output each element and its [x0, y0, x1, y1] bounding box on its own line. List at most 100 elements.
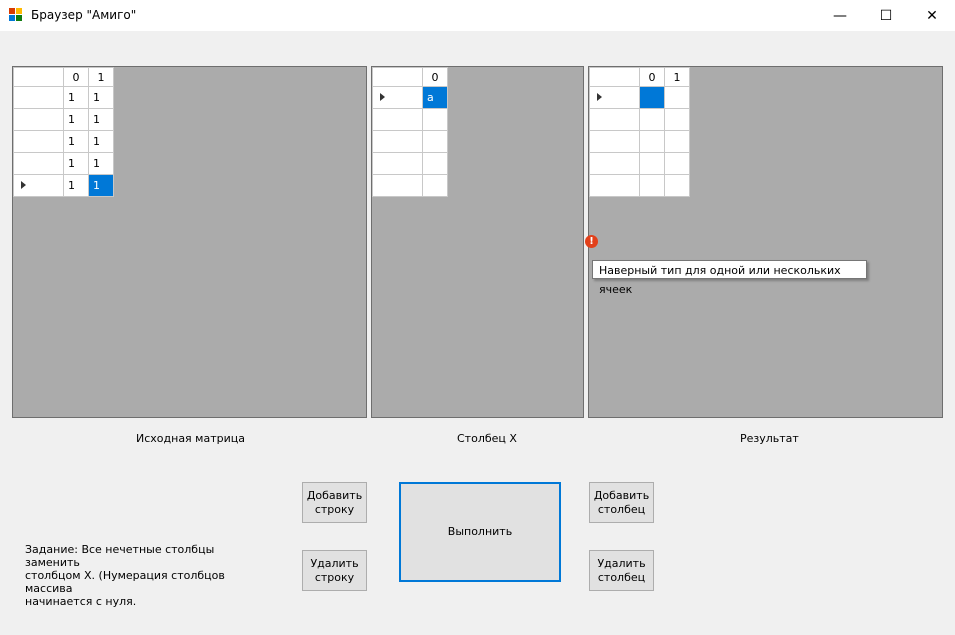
execute-label: Выполнить	[447, 525, 513, 538]
task-line: начинается с нуля.	[25, 595, 137, 608]
task-description: Задание: Все нечетные столбцы заменить с…	[25, 543, 255, 608]
delete-row-button[interactable]: Удалить строку	[302, 550, 367, 591]
source-matrix-label: Исходная матрица	[136, 432, 245, 445]
grid-cell[interactable]: 1	[63, 152, 89, 175]
current-row-arrow-icon	[21, 181, 26, 189]
result-table[interactable]: 01	[589, 67, 690, 197]
app-icon	[9, 8, 23, 22]
table-row[interactable]	[589, 174, 690, 197]
grid-cell[interactable]	[639, 108, 665, 131]
execute-button[interactable]: Выполнить	[399, 482, 561, 582]
minimize-icon: —	[833, 7, 847, 24]
row-header[interactable]	[589, 174, 640, 197]
delete-column-label-line2: столбец	[597, 570, 646, 584]
window-title: Браузер "Амиго"	[31, 8, 137, 22]
grid-cell[interactable]	[422, 130, 448, 153]
table-row[interactable]	[372, 108, 448, 131]
header-row: 0	[372, 67, 448, 87]
grid-cell[interactable]	[422, 108, 448, 131]
column-header[interactable]: 0	[639, 67, 665, 87]
grid-cell[interactable]: 1	[88, 108, 114, 131]
row-header[interactable]	[372, 174, 423, 197]
maximize-button[interactable]: ☐	[863, 0, 909, 31]
add-column-button[interactable]: Добавить столбец	[589, 482, 654, 523]
row-header[interactable]	[13, 86, 64, 109]
grid-cell[interactable]: 1	[88, 152, 114, 175]
grid-cell[interactable]: 1	[63, 174, 89, 197]
grid-cell[interactable]: 1	[63, 86, 89, 109]
grid-cell[interactable]	[664, 108, 690, 131]
table-row[interactable]	[372, 152, 448, 175]
header-row: 01	[589, 67, 690, 87]
row-header[interactable]	[13, 152, 64, 175]
task-line: Задание: Все нечетные столбцы заменить	[25, 543, 215, 569]
title-bar: Браузер "Амиго" — ☐ ✕	[0, 0, 955, 31]
table-row[interactable]: 11	[13, 152, 114, 175]
grid-cell[interactable]: 1	[88, 174, 114, 197]
grid-cell[interactable]	[664, 152, 690, 175]
delete-row-label-line1: Удалить	[310, 556, 359, 570]
grid-cell[interactable]	[639, 174, 665, 197]
error-icon[interactable]: !	[585, 235, 598, 248]
row-header[interactable]	[589, 130, 640, 153]
row-header[interactable]	[13, 174, 64, 197]
row-header[interactable]	[589, 152, 640, 175]
grid-cell[interactable]	[422, 152, 448, 175]
row-header[interactable]	[589, 86, 640, 109]
grid-cell[interactable]: 1	[63, 108, 89, 131]
row-header[interactable]	[13, 130, 64, 153]
column-header[interactable]: 1	[664, 67, 690, 87]
grid-cell[interactable]	[422, 174, 448, 197]
row-header[interactable]	[372, 108, 423, 131]
row-header[interactable]	[372, 130, 423, 153]
current-row-arrow-icon	[380, 93, 385, 101]
table-row[interactable]	[589, 86, 690, 109]
column-x-table[interactable]: 0a	[372, 67, 448, 197]
grid-cell[interactable]	[639, 86, 665, 109]
minimize-button[interactable]: —	[817, 0, 863, 31]
source-matrix-table[interactable]: 011111111111	[13, 67, 114, 197]
add-row-label-line1: Добавить	[306, 488, 363, 502]
grid-cell[interactable]: 1	[88, 130, 114, 153]
grid-cell[interactable]: 1	[63, 130, 89, 153]
table-row[interactable]: 11	[13, 86, 114, 109]
table-row[interactable]: 11	[13, 130, 114, 153]
add-column-label-line2: столбец	[597, 502, 646, 516]
add-row-button[interactable]: Добавить строку	[302, 482, 367, 523]
table-row[interactable]: a	[372, 86, 448, 109]
close-button[interactable]: ✕	[909, 0, 955, 31]
row-header[interactable]	[13, 108, 64, 131]
column-x-grid[interactable]: 0a	[371, 66, 584, 418]
grid-cell[interactable]	[639, 152, 665, 175]
current-row-arrow-icon	[597, 93, 602, 101]
table-row[interactable]	[372, 174, 448, 197]
grid-cell[interactable]	[639, 130, 665, 153]
row-header[interactable]	[589, 108, 640, 131]
table-row[interactable]	[589, 130, 690, 153]
table-row[interactable]	[589, 152, 690, 175]
header-row: 01	[13, 67, 114, 87]
grid-cell[interactable]	[664, 174, 690, 197]
row-header[interactable]	[372, 86, 423, 109]
row-header[interactable]	[372, 152, 423, 175]
source-matrix-grid[interactable]: 011111111111	[12, 66, 367, 418]
column-header[interactable]: 0	[422, 67, 448, 87]
table-row[interactable]: 11	[13, 174, 114, 197]
column-header[interactable]: 0	[63, 67, 89, 87]
grid-cell[interactable]: a	[422, 86, 448, 109]
grid-cell[interactable]	[664, 86, 690, 109]
table-row[interactable]	[372, 130, 448, 153]
task-line: столбцом Х. (Нумерация столбцов массива	[25, 569, 225, 595]
corner-header-cell[interactable]	[13, 67, 64, 87]
table-row[interactable]	[589, 108, 690, 131]
result-label: Результат	[740, 432, 799, 445]
delete-column-button[interactable]: Удалить столбец	[589, 550, 654, 591]
corner-header-cell[interactable]	[372, 67, 423, 87]
grid-cell[interactable]	[664, 130, 690, 153]
result-grid[interactable]: 01	[588, 66, 943, 418]
corner-header-cell[interactable]	[589, 67, 640, 87]
column-header[interactable]: 1	[88, 67, 114, 87]
table-row[interactable]: 11	[13, 108, 114, 131]
error-tooltip: Наверный тип для одной или нескольких яч…	[592, 260, 867, 296]
grid-cell[interactable]: 1	[88, 86, 114, 109]
